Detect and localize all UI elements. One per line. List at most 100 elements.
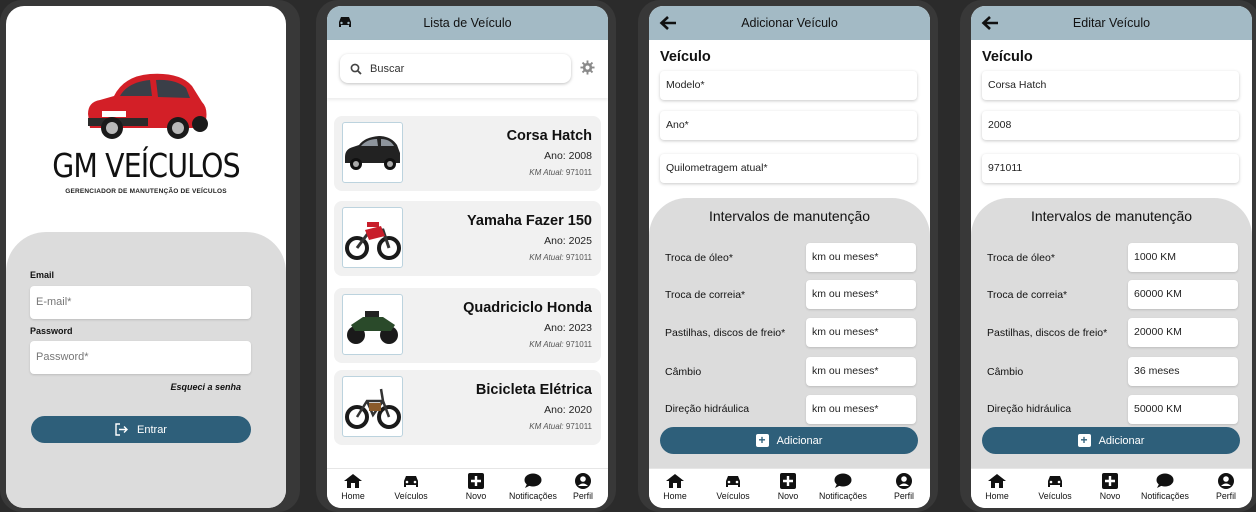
nav-profile[interactable]: Perfil	[553, 473, 608, 501]
nav-vehicles[interactable]: Veículos	[381, 473, 441, 501]
vehicle-name: Yamaha Fazer 150	[467, 213, 592, 229]
vehicle-year: Ano: 2020	[544, 404, 592, 416]
edit-phone: Editar Veículo Veículo Corsa Hatch 2008 …	[960, 0, 1256, 512]
save-button[interactable]: + Adicionar	[982, 427, 1240, 454]
vehicle-km-value: 971011	[565, 168, 592, 177]
brakes-label: Pastilhas, discos de freio*	[987, 327, 1108, 339]
nav-home[interactable]: Home	[971, 473, 1027, 501]
vehicle-thumbnail	[342, 207, 403, 268]
car-icon	[339, 17, 351, 27]
atv-icon	[347, 311, 398, 344]
section-title: Veículo	[982, 49, 1033, 65]
brand-title: GM VEÍCULOS	[52, 146, 240, 185]
add-button-label: Adicionar	[776, 434, 823, 447]
belt-change-field[interactable]: km ou meses*	[806, 280, 916, 309]
page-title: Adicionar Veículo	[741, 16, 838, 30]
add-phone: Adicionar Veículo Veículo Modelo* Ano* Q…	[638, 0, 938, 512]
login-panel: Email E-mail* Password Password* Esqueci…	[6, 232, 286, 508]
motorcycle-icon	[345, 222, 401, 260]
mileage-field[interactable]: 971011	[982, 154, 1239, 183]
nav-new[interactable]: Novo	[1080, 473, 1140, 501]
brakes-field[interactable]: 20000 KM	[1128, 318, 1238, 347]
section-title: Veículo	[660, 49, 711, 65]
nav-new[interactable]: Novo	[446, 473, 506, 501]
add-header: Adicionar Veículo	[649, 6, 930, 40]
vehicle-km: KM Atual: 971011	[529, 253, 592, 262]
vehicle-thumbnail	[342, 122, 403, 183]
nav-notifications[interactable]: Notificações	[813, 473, 873, 501]
bottom-nav: Home Veículos Novo Notificações Perfil	[327, 468, 608, 508]
add-screen: Adicionar Veículo Veículo Modelo* Ano* Q…	[649, 6, 930, 508]
mileage-field[interactable]: Quilometragem atual*	[660, 154, 917, 183]
password-field[interactable]: Password*	[30, 341, 251, 374]
vehicle-card[interactable]: Yamaha Fazer 150 Ano: 2025 KM Atual: 971…	[334, 201, 601, 276]
user-circle-icon	[575, 473, 591, 489]
plus-square-icon	[1102, 473, 1118, 489]
maintenance-title: Intervalos de manutenção	[708, 208, 871, 224]
nav-home[interactable]: Home	[327, 473, 383, 501]
gearbox-label: Câmbio	[665, 366, 702, 378]
vehicle-card[interactable]: Corsa Hatch Ano: 2008 KM Atual: 971011	[334, 116, 601, 191]
vehicle-km-value: 971011	[565, 253, 592, 262]
vehicle-name: Bicicleta Elétrica	[475, 382, 592, 398]
red-car-logo-icon	[88, 73, 208, 139]
brakes-label: Pastilhas, discos de freio*	[665, 327, 786, 339]
page-title: Lista de Veículo	[423, 16, 512, 30]
car-icon	[1048, 476, 1062, 487]
home-icon	[666, 474, 684, 488]
search-row: Buscar	[327, 40, 608, 98]
arrow-left-icon[interactable]	[659, 15, 677, 31]
brakes-field[interactable]: km ou meses*	[806, 318, 916, 347]
search-placeholder: Buscar	[370, 62, 405, 75]
email-field[interactable]: E-mail*	[30, 286, 251, 319]
vehicle-km-label: KM Atual:	[529, 253, 564, 262]
app-logo: GM VEÍCULOS GERENCIADOR DE MANUTENÇÃO DE…	[6, 66, 286, 195]
search-input[interactable]: Buscar	[340, 54, 571, 83]
nav-vehicles[interactable]: Veículos	[1025, 473, 1085, 501]
bottom-nav: Home Veículos Novo Notificações Perfil	[649, 468, 930, 508]
login-button[interactable]: Entrar	[31, 416, 251, 443]
nav-vehicles-label: Veículos	[1038, 491, 1072, 501]
add-button[interactable]: + Adicionar	[660, 427, 918, 454]
vehicle-km: KM Atual: 971011	[529, 168, 592, 177]
vehicle-card[interactable]: Quadriciclo Honda Ano: 2023 KM Atual: 97…	[334, 288, 601, 363]
gear-icon[interactable]	[580, 60, 595, 75]
model-field[interactable]: Corsa Hatch	[982, 71, 1239, 100]
model-field[interactable]: Modelo*	[660, 71, 917, 100]
vehicle-name: Corsa Hatch	[506, 128, 592, 144]
steering-label: Direção hidráulica	[665, 403, 750, 415]
steering-field[interactable]: km ou meses*	[806, 395, 916, 424]
year-field[interactable]: 2008	[982, 111, 1239, 140]
arrow-left-icon[interactable]	[981, 15, 999, 31]
list-phone: Lista de Veículo Buscar Corsa Hatch Ano:…	[316, 0, 616, 512]
login-screen: GM VEÍCULOS GERENCIADOR DE MANUTENÇÃO DE…	[6, 6, 286, 508]
gearbox-field[interactable]: 36 meses	[1128, 357, 1238, 386]
email-label: Email	[30, 270, 55, 280]
belt-change-field[interactable]: 60000 KM	[1128, 280, 1238, 309]
chat-bubble-icon	[524, 473, 542, 488]
belt-change-label: Troca de correia*	[987, 289, 1068, 301]
nav-profile[interactable]: Perfil	[874, 473, 930, 501]
list-header: Lista de Veículo	[327, 6, 608, 40]
gearbox-field[interactable]: km ou meses*	[806, 357, 916, 386]
oil-change-label: Troca de óleo*	[665, 252, 733, 264]
nav-profile[interactable]: Perfil	[1196, 473, 1252, 501]
oil-change-field[interactable]: km ou meses*	[806, 243, 916, 272]
nav-notifications[interactable]: Notificações	[1135, 473, 1195, 501]
login-phone: GM VEÍCULOS GERENCIADOR DE MANUTENÇÃO DE…	[0, 0, 300, 512]
nav-new-label: Novo	[1099, 491, 1121, 501]
nav-vehicles[interactable]: Veículos	[703, 473, 763, 501]
nav-home[interactable]: Home	[649, 473, 705, 501]
vehicle-km-value: 971011	[565, 340, 592, 349]
vehicle-card[interactable]: Bicicleta Elétrica Ano: 2020 KM Atual: 9…	[334, 370, 601, 445]
steering-field[interactable]: 50000 KM	[1128, 395, 1238, 424]
sign-in-icon	[115, 423, 129, 436]
belt-change-label: Troca de correia*	[665, 289, 746, 301]
year-field[interactable]: Ano*	[660, 111, 917, 140]
vehicle-km-value: 971011	[565, 422, 592, 431]
forgot-password-link[interactable]: Esqueci a senha	[170, 382, 241, 392]
oil-change-field[interactable]: 1000 KM	[1128, 243, 1238, 272]
nav-profile-label: Perfil	[572, 491, 594, 501]
nav-new[interactable]: Novo	[758, 473, 818, 501]
maintenance-title: Intervalos de manutenção	[1030, 208, 1193, 224]
